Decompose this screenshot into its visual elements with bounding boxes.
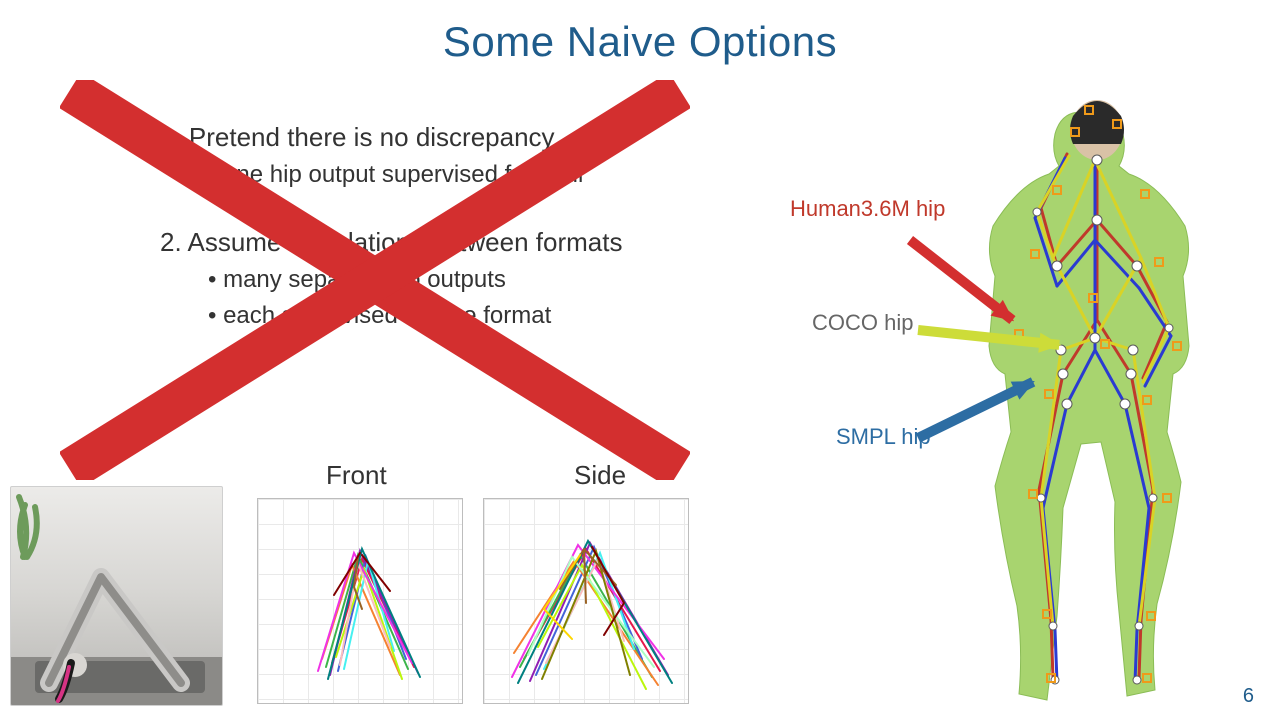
example-photo — [10, 486, 223, 706]
page-number: 6 — [1243, 685, 1254, 708]
slide: Some Naive Options 1. Pretend there is n… — [0, 0, 1280, 720]
options-list: 1. Pretend there is no discrepancy • one… — [160, 118, 720, 334]
annotation-human36m: Human3.6M hip — [790, 196, 945, 222]
option-1-heading: 1. Pretend there is no discrepancy — [160, 118, 720, 157]
option-2-sub2: • each supervised by one format — [208, 298, 720, 334]
annotation-smpl: SMPL hip — [836, 424, 931, 450]
option-2-sub1: • many separate hip outputs — [208, 262, 720, 298]
skeleton-plot-side — [483, 498, 689, 704]
annotation-coco: COCO hip — [812, 310, 913, 336]
skeleton-plot-front — [257, 498, 463, 704]
plot-label-side: Side — [574, 460, 626, 491]
slide-title: Some Naive Options — [0, 18, 1280, 66]
plot-label-front: Front — [326, 460, 387, 491]
option-2-heading: 2. Assume no relations between formats — [160, 223, 720, 262]
option-1-sub: • one hip output supervised from all — [208, 157, 720, 193]
